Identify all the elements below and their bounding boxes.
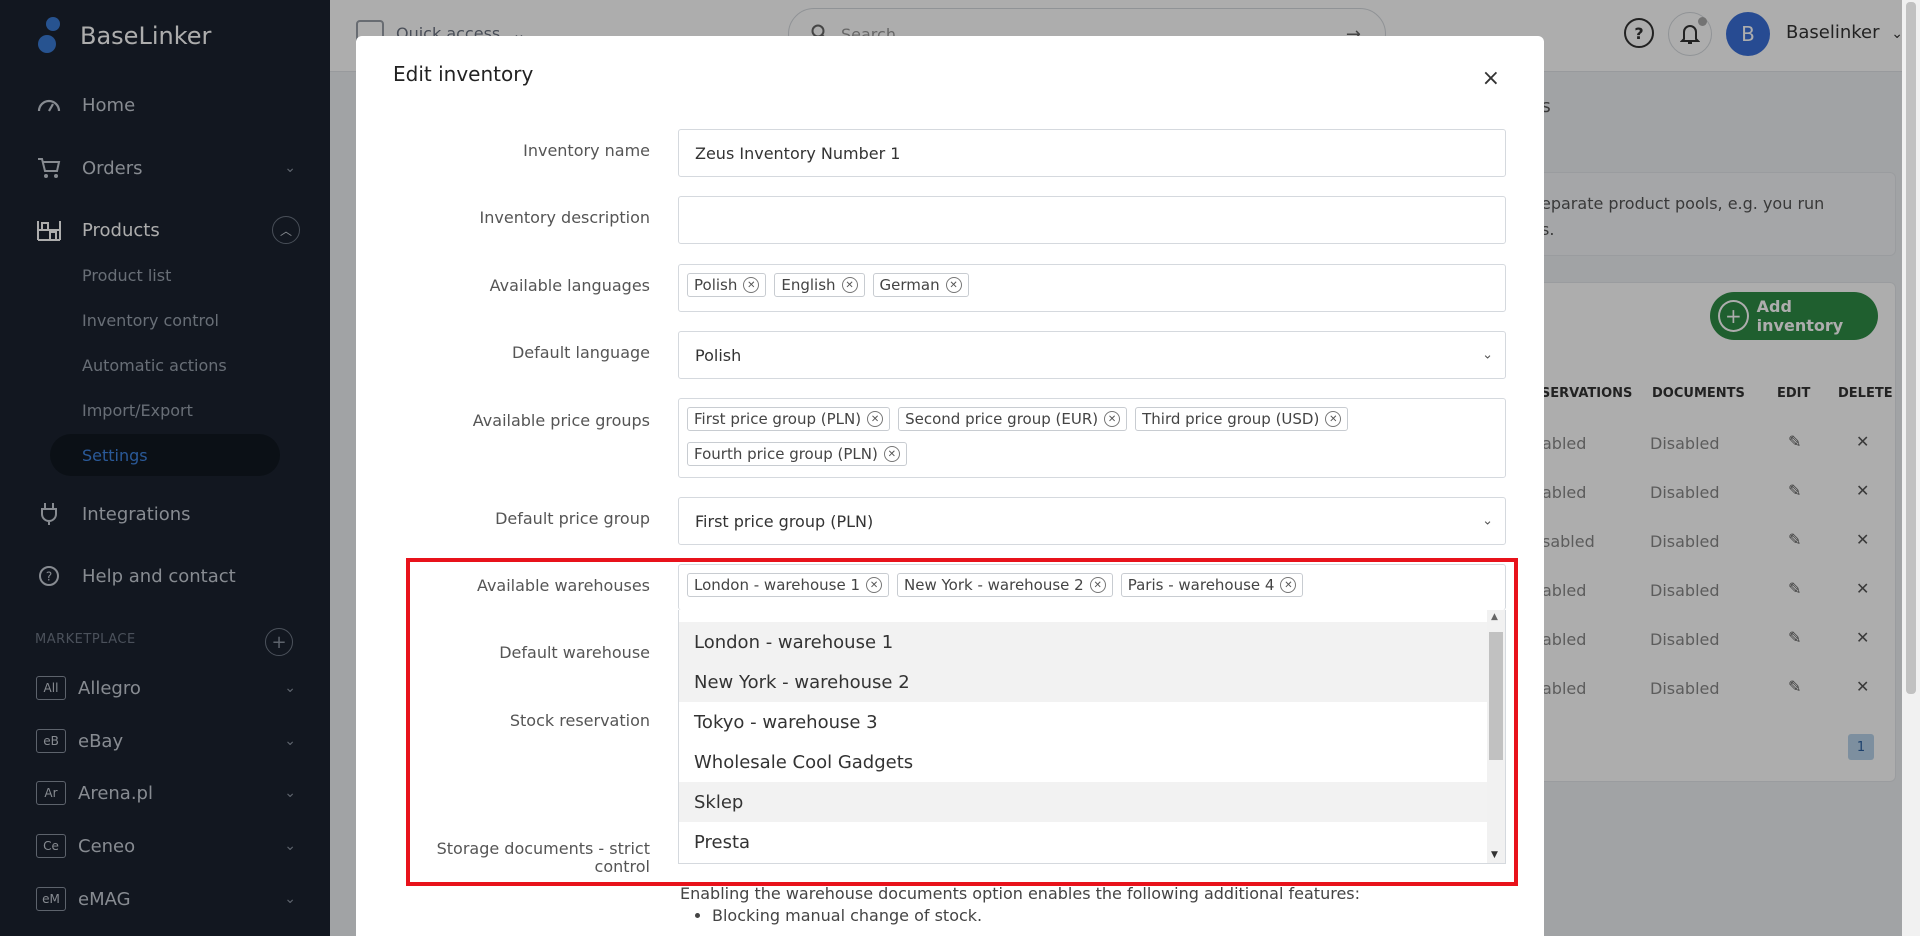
inventory-name-input[interactable]: Zeus Inventory Number 1: [678, 129, 1506, 177]
language-tag: Polish ✕: [687, 273, 767, 297]
documents-feature-list: Blocking manual change of stock.: [694, 906, 982, 928]
price-group-tag: Third price group (USD) ✕: [1135, 407, 1349, 431]
available-languages-label: Available languages: [489, 276, 650, 295]
language-tag: German ✕: [872, 273, 969, 297]
default-language-select[interactable]: Polish ⌄: [678, 331, 1506, 379]
price-group-tag: First price group (PLN) ✕: [687, 407, 891, 431]
tag-label: Second price group (EUR): [905, 410, 1099, 428]
remove-tag-icon[interactable]: ✕: [1104, 411, 1121, 427]
highlight-frame: [406, 558, 1518, 886]
remove-tag-icon[interactable]: ✕: [945, 277, 962, 293]
tag-label: Fourth price group (PLN): [694, 445, 878, 463]
tag-label: Polish: [694, 276, 738, 294]
price-group-tag: Fourth price group (PLN) ✕: [687, 442, 907, 466]
tag-label: Third price group (USD): [1142, 410, 1320, 428]
available-price-groups-multiselect[interactable]: First price group (PLN) ✕ Second price gr…: [678, 398, 1506, 478]
inventory-name-label: Inventory name: [523, 141, 650, 160]
chevron-down-icon: ⌄: [1482, 513, 1493, 529]
remove-tag-icon[interactable]: ✕: [883, 446, 900, 462]
scrollbar-thumb[interactable]: [1906, 2, 1916, 694]
tag-label: First price group (PLN): [694, 410, 862, 428]
inventory-description-label: Inventory description: [479, 208, 650, 227]
default-price-group-select[interactable]: First price group (PLN) ⌄: [678, 497, 1506, 545]
inventory-name-value: Zeus Inventory Number 1: [695, 143, 901, 163]
close-icon[interactable]: ×: [1482, 66, 1500, 91]
remove-tag-icon[interactable]: ✕: [841, 277, 858, 293]
language-tag: English ✕: [774, 273, 865, 297]
modal-title: Edit inventory: [393, 62, 534, 86]
inventory-description-input[interactable]: [678, 196, 1506, 244]
chevron-down-icon: ⌄: [1482, 347, 1493, 363]
tag-label: English: [781, 276, 836, 294]
default-price-group-value: First price group (PLN): [695, 511, 874, 531]
available-languages-multiselect[interactable]: Polish ✕ English ✕ German ✕: [678, 264, 1506, 312]
default-language-value: Polish: [695, 345, 742, 365]
default-language-label: Default language: [511, 343, 650, 362]
remove-tag-icon[interactable]: ✕: [743, 277, 760, 293]
remove-tag-icon[interactable]: ✕: [867, 411, 884, 427]
price-group-tag: Second price group (EUR) ✕: [898, 407, 1128, 431]
list-item: Blocking manual change of stock.: [712, 906, 982, 928]
tag-label: German: [879, 276, 940, 294]
page-scrollbar[interactable]: [1902, 0, 1920, 936]
available-price-groups-label: Available price groups: [472, 411, 650, 430]
default-price-group-label: Default price group: [495, 509, 650, 528]
remove-tag-icon[interactable]: ✕: [1325, 411, 1342, 427]
documents-info-text: Enabling the warehouse documents option …: [680, 884, 1361, 903]
